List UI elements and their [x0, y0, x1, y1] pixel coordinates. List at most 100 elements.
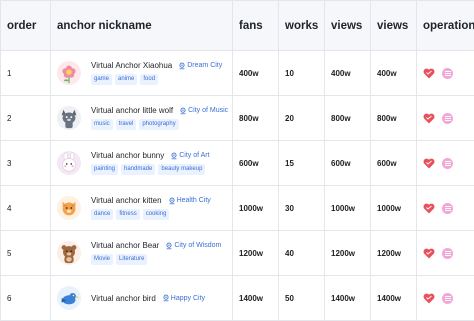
location-pin-icon — [165, 242, 174, 250]
fans-cell: 400w — [233, 51, 279, 96]
column-header-anchor-nickname[interactable]: anchor nickname — [51, 1, 233, 51]
fans-cell: 1200w — [233, 231, 279, 276]
anchor-cell: Virtual anchor bunny City of Art paintin… — [51, 141, 233, 186]
anchor-table: order anchor nickname fans works views v… — [0, 0, 474, 321]
fans-cell: 800w — [233, 96, 279, 141]
operation-cell — [417, 51, 474, 96]
tag[interactable]: dance — [91, 209, 113, 220]
anchor-cell: Virtual anchor little wolf City of Music… — [51, 96, 233, 141]
column-header-views[interactable]: views — [325, 1, 371, 51]
table-header-row: order anchor nickname fans works views v… — [1, 1, 474, 51]
location-pin-icon — [168, 197, 177, 205]
bear-avatar[interactable] — [57, 241, 81, 265]
views-cell-2: 600w — [371, 141, 417, 186]
anchor-name[interactable]: Virtual anchor bunny — [91, 151, 164, 160]
views-cell-2: 1200w — [371, 231, 417, 276]
message-icon[interactable] — [442, 68, 453, 79]
fans-cell: 600w — [233, 141, 279, 186]
heart-icon[interactable] — [423, 248, 435, 259]
heart-icon[interactable] — [423, 113, 435, 124]
tag[interactable]: beauty makeup — [158, 164, 205, 175]
table-row[interactable]: 6 Virtual anchor bird Happy City 1400w 5… — [1, 276, 474, 321]
works-cell: 15 — [279, 141, 325, 186]
table-row[interactable]: 3 Virtual anchor bunny City of Art paint… — [1, 141, 474, 186]
tag-list: paintinghandmadebeauty makeup — [91, 164, 210, 175]
views-cell: 1400w — [325, 276, 371, 321]
views-cell-2: 1400w — [371, 276, 417, 321]
tag[interactable]: fitness — [116, 209, 139, 220]
views-cell: 1000w — [325, 186, 371, 231]
order-cell: 5 — [1, 231, 51, 276]
works-cell: 50 — [279, 276, 325, 321]
operation-cell — [417, 276, 474, 321]
tag[interactable]: photography — [139, 119, 178, 130]
column-header-fans[interactable]: fans — [233, 1, 279, 51]
fans-cell: 1000w — [233, 186, 279, 231]
table-row[interactable]: 1 Virtual Anchor Xiaohua Dream City game… — [1, 51, 474, 96]
city-label: City of Music — [179, 107, 228, 115]
tag[interactable]: food — [140, 74, 158, 85]
table-row[interactable]: 4 Virtual anchor kitten Health City danc… — [1, 186, 474, 231]
city-label: Dream City — [178, 62, 222, 70]
column-header-order[interactable]: order — [1, 1, 51, 51]
message-icon[interactable] — [442, 158, 453, 169]
heart-icon[interactable] — [423, 203, 435, 214]
tag[interactable]: painting — [91, 164, 118, 175]
message-icon[interactable] — [442, 203, 453, 214]
city-label: City of Art — [170, 152, 209, 160]
operation-cell — [417, 186, 474, 231]
message-icon[interactable] — [442, 248, 453, 259]
bird-avatar[interactable] — [57, 286, 81, 310]
tag[interactable]: anime — [115, 74, 137, 85]
city-label: Happy City — [162, 294, 205, 302]
table-row[interactable]: 5 Virtual anchor Bear City of Wisdom Mov… — [1, 231, 474, 276]
column-header-operation[interactable]: operation — [417, 1, 474, 51]
city-name: City of Music — [188, 107, 228, 114]
message-icon[interactable] — [442, 113, 453, 124]
wolf-avatar[interactable] — [57, 106, 81, 130]
kitten-avatar[interactable] — [57, 196, 81, 220]
anchor-name[interactable]: Virtual Anchor Xiaohua — [91, 61, 172, 70]
heart-icon[interactable] — [423, 68, 435, 79]
city-name: Dream City — [187, 62, 222, 69]
table-row[interactable]: 2 Virtual anchor little wolf City of Mus… — [1, 96, 474, 141]
operation-cell — [417, 96, 474, 141]
anchor-name[interactable]: Virtual anchor Bear — [91, 241, 159, 250]
heart-icon[interactable] — [423, 158, 435, 169]
city-name: City of Wisdom — [174, 242, 221, 249]
tag-list: MovieLiterature — [91, 254, 221, 265]
anchor-name[interactable]: Virtual anchor kitten — [91, 196, 162, 205]
views-cell-2: 400w — [371, 51, 417, 96]
anchor-name[interactable]: Virtual anchor bird — [91, 294, 156, 303]
column-header-works[interactable]: works — [279, 1, 325, 51]
works-cell: 40 — [279, 231, 325, 276]
location-pin-icon — [170, 152, 179, 160]
location-pin-icon — [162, 294, 171, 302]
column-header-views-2[interactable]: views — [371, 1, 417, 51]
order-cell: 3 — [1, 141, 51, 186]
city-name: Health City — [177, 197, 211, 204]
anchor-cell: Virtual anchor bird Happy City — [51, 276, 233, 321]
location-pin-icon — [178, 62, 187, 70]
tag[interactable]: handmade — [121, 164, 155, 175]
flower-avatar[interactable] — [57, 61, 81, 85]
tag[interactable]: cooking — [143, 209, 170, 220]
views-cell-2: 1000w — [371, 186, 417, 231]
tag-list: musictravelphotography — [91, 119, 226, 130]
city-name: Happy City — [171, 295, 205, 302]
tag[interactable]: travel — [116, 119, 137, 130]
order-cell: 6 — [1, 276, 51, 321]
views-cell: 1200w — [325, 231, 371, 276]
bunny-avatar[interactable] — [57, 151, 81, 175]
tag[interactable]: Literature — [116, 254, 147, 265]
tag[interactable]: music — [91, 119, 113, 130]
views-cell: 800w — [325, 96, 371, 141]
anchor-name[interactable]: Virtual anchor little wolf — [91, 106, 173, 115]
works-cell: 30 — [279, 186, 325, 231]
anchor-cell: Virtual Anchor Xiaohua Dream City gamean… — [51, 51, 233, 96]
operation-cell — [417, 231, 474, 276]
location-pin-icon — [179, 107, 188, 115]
city-name: City of Art — [179, 152, 209, 159]
tag[interactable]: Movie — [91, 254, 113, 265]
tag[interactable]: game — [91, 74, 112, 85]
